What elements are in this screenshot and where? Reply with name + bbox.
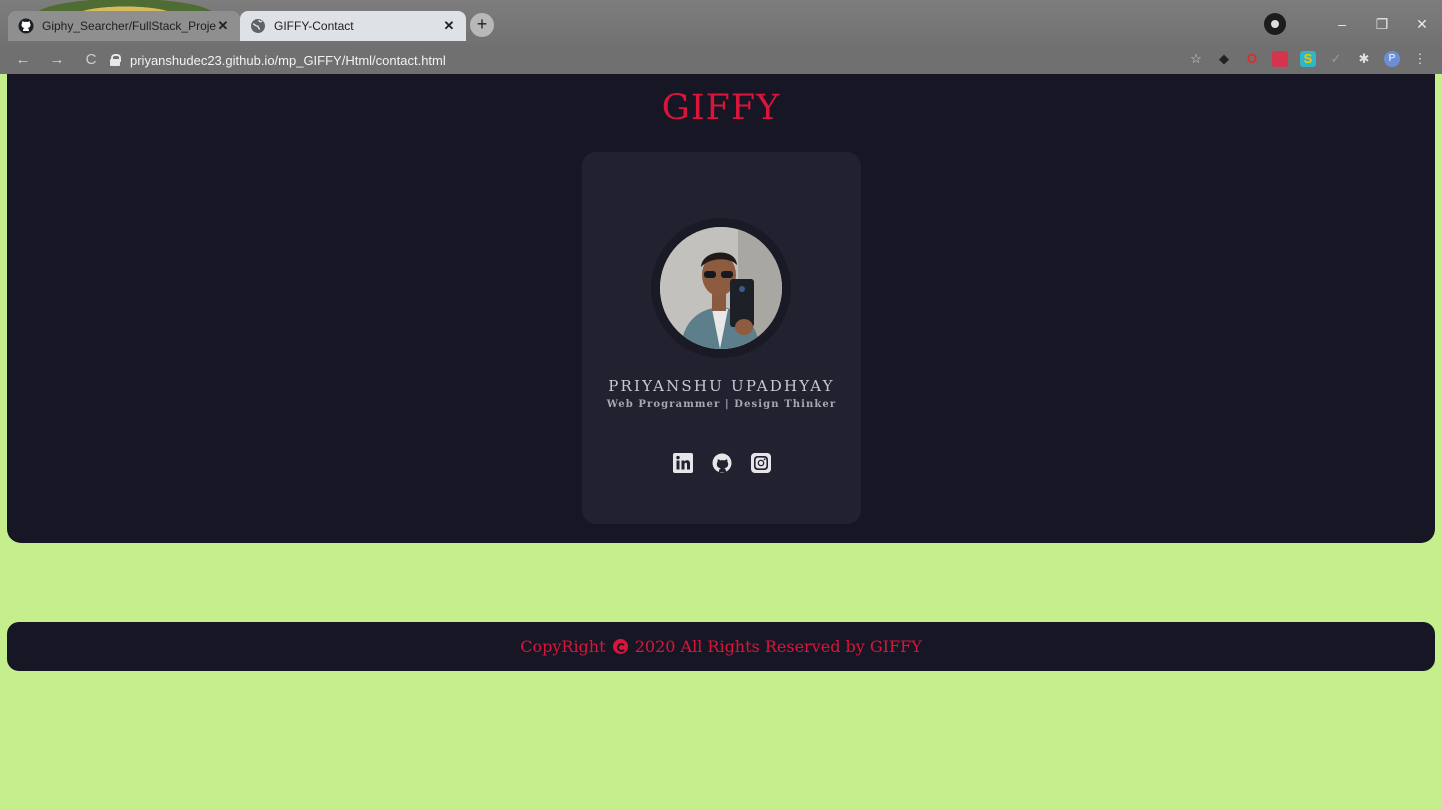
browser-toolbar: ← → C priyanshudec23.github.io/mp_GIFFY/… xyxy=(0,44,1442,74)
star-icon[interactable]: ☆ xyxy=(1188,51,1204,67)
puzzle-icon[interactable]: ✱ xyxy=(1356,51,1372,67)
browser-chrome: Giphy_Searcher/FullStack_Projec ✕ GIFFY-… xyxy=(0,0,1442,74)
contact-section: GIFFY PRIYANSHU UPADHYAY Web Programmer … xyxy=(7,74,1435,543)
tab-title: Giphy_Searcher/FullStack_Projec xyxy=(42,19,216,33)
tab-giffy-contact[interactable]: GIFFY-Contact ✕ xyxy=(240,11,466,41)
address-bar[interactable]: priyanshudec23.github.io/mp_GIFFY/Html/c… xyxy=(110,48,1170,72)
github-icon xyxy=(18,18,34,34)
close-tab-icon[interactable]: ✕ xyxy=(216,18,230,34)
tab-title: GIFFY-Contact xyxy=(274,19,354,33)
linkedin-icon[interactable] xyxy=(672,453,693,473)
ext-s-icon[interactable]: S xyxy=(1300,51,1316,67)
url-text[interactable]: priyanshudec23.github.io/mp_GIFFY/Html/c… xyxy=(130,53,446,68)
ext-mask-icon[interactable] xyxy=(1272,51,1288,67)
profile-photo xyxy=(660,227,782,349)
profile-icon[interactable]: P xyxy=(1384,51,1400,67)
tab-strip: Giphy_Searcher/FullStack_Projec ✕ GIFFY-… xyxy=(0,8,1442,41)
footer-copyright-label: CopyRight xyxy=(520,637,606,656)
window-controls: – ❐ ✕ xyxy=(1264,8,1442,40)
back-button[interactable]: ← xyxy=(12,51,34,68)
extensions-area: ☆ ◆ O S ✓ ✱ P ⋮ xyxy=(1188,48,1428,70)
copyright-icon xyxy=(612,639,628,654)
person-role: Web Programmer | Design Thinker xyxy=(606,399,837,410)
github-icon[interactable] xyxy=(712,453,732,473)
minimize-button[interactable]: – xyxy=(1322,16,1362,32)
menu-icon[interactable]: ⋮ xyxy=(1412,51,1428,67)
avatar-ring xyxy=(651,218,791,358)
close-window-button[interactable]: ✕ xyxy=(1402,16,1442,33)
chrome-profile-icon[interactable] xyxy=(1264,13,1286,35)
instagram-icon[interactable] xyxy=(750,453,771,473)
reload-button[interactable]: C xyxy=(80,51,102,68)
new-tab-button[interactable]: + xyxy=(470,13,494,37)
maximize-button[interactable]: ❐ xyxy=(1362,16,1402,33)
ext-opera-icon[interactable]: O xyxy=(1244,51,1260,67)
page-content: GIFFY PRIYANSHU UPADHYAY Web Programmer … xyxy=(0,74,1442,809)
avatar xyxy=(660,227,782,349)
social-links xyxy=(582,453,861,473)
footer-text: 2020 All Rights Reserved by GIFFY xyxy=(634,637,922,656)
close-tab-icon[interactable]: ✕ xyxy=(442,18,456,34)
person-name: PRIYANSHU UPADHYAY xyxy=(608,377,835,395)
tab-giphy-searcher[interactable]: Giphy_Searcher/FullStack_Projec ✕ xyxy=(8,11,240,41)
brand-title: GIFFY xyxy=(661,88,781,128)
globe-icon xyxy=(251,19,265,33)
ext-check-icon[interactable]: ✓ xyxy=(1328,51,1344,67)
ext-shield-icon[interactable]: ◆ xyxy=(1216,51,1232,67)
lock-icon[interactable] xyxy=(110,54,121,66)
forward-button[interactable]: → xyxy=(46,51,68,68)
footer: CopyRight 2020 All Rights Reserved by GI… xyxy=(7,622,1435,671)
profile-card: PRIYANSHU UPADHYAY Web Programmer | Desi… xyxy=(582,152,861,524)
